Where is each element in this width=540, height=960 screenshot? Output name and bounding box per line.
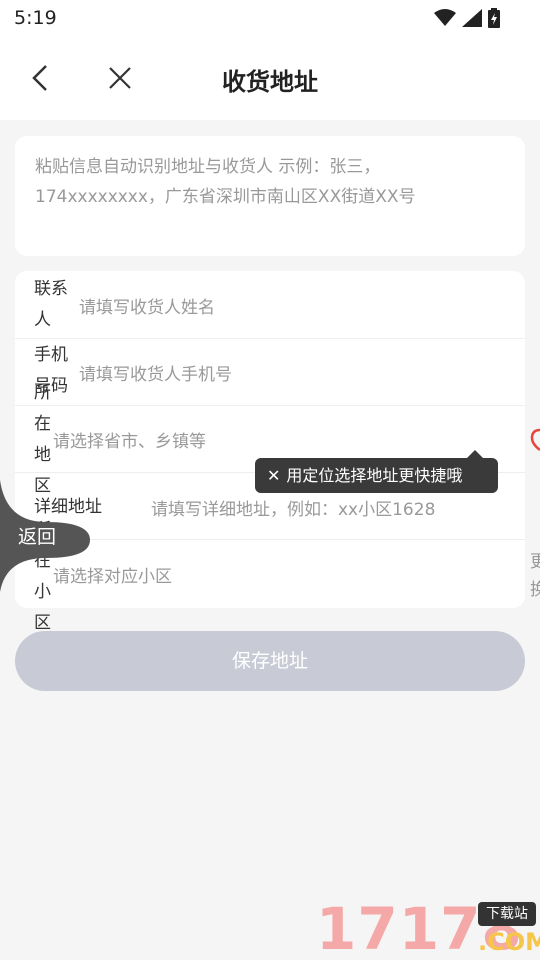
contact-label-line-2: 人 bbox=[34, 310, 51, 330]
battery-icon bbox=[488, 8, 500, 28]
floating-back-label: 返回 bbox=[18, 526, 57, 548]
status-icons bbox=[434, 8, 500, 28]
watermark-domain: .COM bbox=[478, 928, 540, 956]
contact-row: 联系 人 请填写收货人姓名 bbox=[15, 271, 525, 339]
address-form: 联系 人 请填写收货人姓名 手机 号码 请填写收货人手机号 所 在 地 区 请选… bbox=[15, 271, 525, 633]
phone-input[interactable]: 请填写收货人手机号 bbox=[79, 360, 232, 385]
wifi-icon bbox=[434, 9, 456, 26]
community-row[interactable]: 所 在 小 区 请选择对应小区 bbox=[15, 520, 525, 633]
change-link-char-1: 更 bbox=[530, 552, 540, 572]
paste-placeholder-line-1: 粘贴信息自动识别地址与收货人 示例：张三， bbox=[35, 157, 381, 177]
paste-placeholder-line-2: 174xxxxxxxx，广东省深圳市南山区XX街道XX号 bbox=[35, 187, 416, 207]
region-select[interactable]: 请选择省市、乡镇等 bbox=[53, 427, 206, 452]
location-tooltip: ✕ 用定位选择地址更快捷哦 bbox=[255, 458, 498, 493]
phone-row: 手机 号码 请填写收货人手机号 bbox=[15, 339, 525, 406]
tooltip-text: 用定位选择地址更快捷哦 bbox=[286, 466, 463, 485]
save-address-button[interactable]: 保存地址 bbox=[15, 631, 525, 691]
contact-input[interactable]: 请填写收货人姓名 bbox=[79, 293, 215, 318]
watermark-badge: 下载站 bbox=[478, 902, 536, 926]
paste-recognition-textarea[interactable]: 粘贴信息自动识别地址与收货人 示例：张三， 174xxxxxxxx，广东省深圳市… bbox=[15, 136, 525, 256]
region-label-char-1: 所 bbox=[34, 383, 51, 403]
tooltip-arrow bbox=[467, 450, 483, 458]
tooltip-close-icon[interactable]: ✕ bbox=[267, 458, 280, 493]
signal-icon bbox=[462, 9, 482, 27]
location-icon[interactable] bbox=[530, 428, 540, 452]
region-label-char-2: 在 bbox=[34, 414, 51, 434]
status-bar: 5:19 bbox=[0, 0, 540, 36]
page-title: 收货地址 bbox=[222, 68, 318, 96]
region-label-char-3: 地 bbox=[34, 445, 51, 465]
status-time: 5:19 bbox=[14, 7, 57, 29]
contact-label-line-1: 联系 bbox=[34, 279, 68, 299]
nav-header: 收货地址 bbox=[0, 36, 540, 120]
change-link-clipped[interactable]: 更 换 bbox=[530, 548, 540, 604]
contact-label: 联系 人 bbox=[34, 274, 68, 336]
change-link-char-2: 换 bbox=[530, 580, 540, 600]
phone-label-line-1: 手机 bbox=[34, 345, 68, 365]
detail-address-input[interactable]: 请填写详细地址，例如：xx小区1628 bbox=[151, 495, 435, 520]
